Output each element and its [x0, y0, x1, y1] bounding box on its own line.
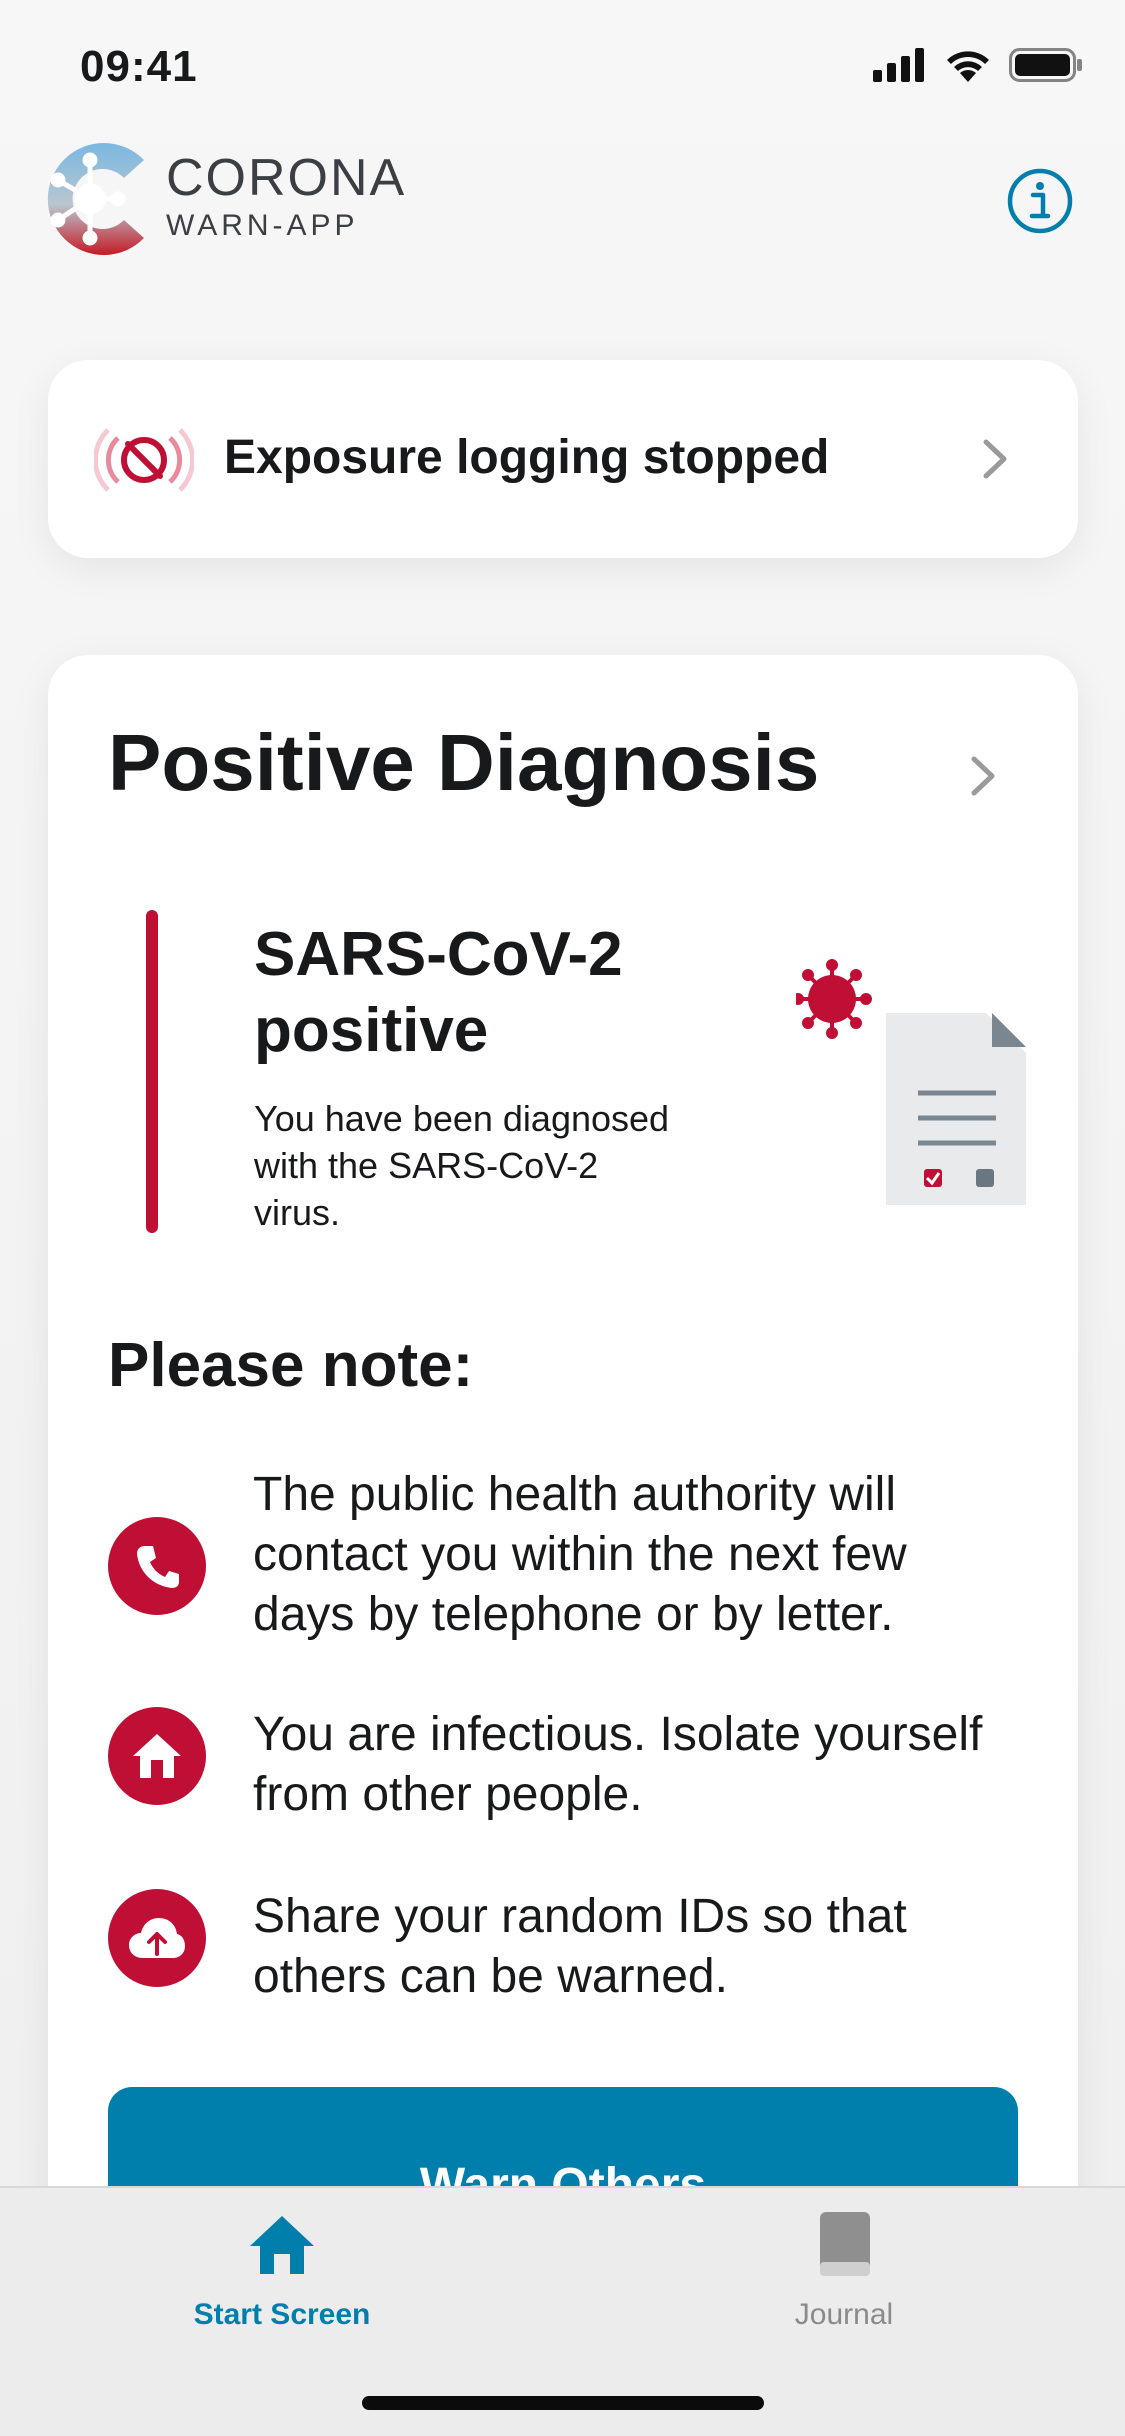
- logo-text: CORONA WARN-APP: [166, 150, 406, 244]
- positive-diagnosis-card[interactable]: Positive Diagnosis SARS-CoV-2 positive Y…: [48, 655, 1078, 2436]
- positive-test-document-icon: [796, 959, 1026, 1205]
- note-heading: Please note:: [108, 1331, 474, 1400]
- screen: 09:41 CORONA WARN-APP Exposure logging s…: [0, 0, 1125, 2436]
- note-item-contact: The public health authority will contact…: [108, 1465, 1028, 1645]
- result-description: You have been diagnosed with the SARS-Co…: [254, 1098, 670, 1233]
- battery-icon: [1009, 48, 1082, 82]
- app-header: CORONA WARN-APP: [0, 130, 1125, 270]
- phone-icon: [108, 1517, 206, 1615]
- note-text: The public health authority will contact…: [253, 1468, 907, 1641]
- note-text: Share your random IDs so that others can…: [253, 1890, 907, 2003]
- home-icon: [108, 1707, 206, 1805]
- logo-subtitle: WARN-APP: [166, 209, 359, 242]
- diagnosis-title: Positive Diagnosis: [108, 718, 820, 807]
- exposure-stopped-icon: [94, 428, 194, 492]
- signal-icon: [873, 48, 924, 82]
- result-indicator-bar: [146, 910, 158, 1233]
- tab-journal[interactable]: Journal: [694, 2208, 994, 2348]
- note-item-isolate: You are infectious. Isolate yourself fro…: [108, 1707, 1028, 1837]
- wifi-icon: [947, 51, 989, 82]
- logo-title: CORONA: [166, 149, 407, 207]
- home-icon: [250, 2216, 314, 2274]
- tab-label: Journal: [794, 2298, 894, 2331]
- tab-start-screen[interactable]: Start Screen: [132, 2208, 432, 2348]
- tab-label: Start Screen: [193, 2298, 371, 2331]
- result-title: SARS-CoV-2 positive: [254, 920, 623, 1065]
- corona-warn-app-logo-icon: [47, 143, 144, 255]
- exposure-logging-card[interactable]: Exposure logging stopped: [48, 360, 1078, 558]
- info-icon[interactable]: [1007, 168, 1073, 234]
- status-icons: [873, 48, 1083, 82]
- home-indicator[interactable]: [362, 2396, 764, 2410]
- exposure-status-label: Exposure logging stopped: [224, 431, 830, 484]
- status-time: 09:41: [80, 42, 198, 91]
- status-bar: 09:41: [0, 0, 1125, 140]
- chevron-right-icon: [983, 439, 1007, 479]
- cloud-upload-icon: [108, 1889, 206, 1987]
- note-text: You are infectious. Isolate yourself fro…: [253, 1708, 983, 1821]
- chevron-right-icon: [971, 756, 995, 796]
- note-item-share: Share your random IDs so that others can…: [108, 1889, 1028, 2019]
- book-icon: [820, 2212, 870, 2276]
